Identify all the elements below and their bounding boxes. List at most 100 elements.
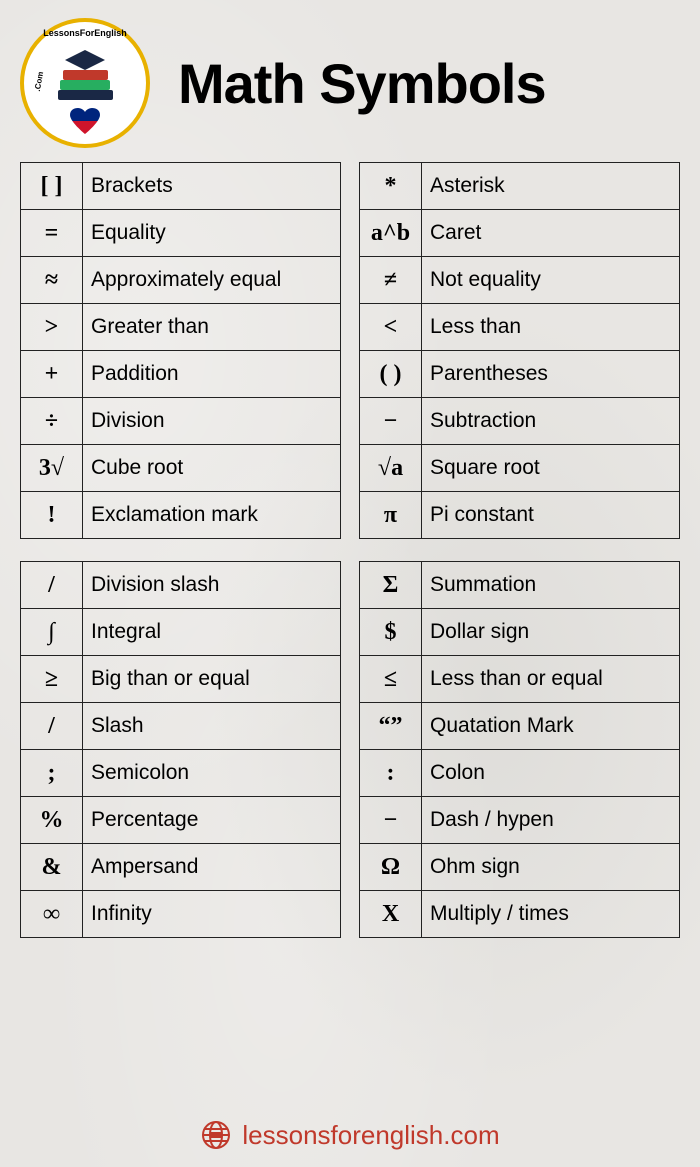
table-row: >Greater than [21,304,341,351]
symbol-cell: / [21,703,83,750]
globe-icon: www [200,1119,232,1151]
table-bottom-right: ΣSummation$Dollar sign≤Less than or equa… [359,561,680,938]
name-cell: Ohm sign [422,844,680,891]
name-cell: Parentheses [422,351,680,398]
table-row: ≥Big than or equal [21,656,341,703]
symbol-cell: ( ) [360,351,422,398]
name-cell: Asterisk [422,163,680,210]
table-row: ≈Approximately equal [21,257,341,304]
symbol-cell: ≤ [360,656,422,703]
table-row: $Dollar sign [360,609,680,656]
table-row: a^bCaret [360,210,680,257]
table-row: ΩOhm sign [360,844,680,891]
name-cell: Dash / hypen [422,797,680,844]
table-row: √aSquare root [360,445,680,492]
name-cell: Cube root [83,445,341,492]
table-row: −Dash / hypen [360,797,680,844]
name-cell: Semicolon [83,750,341,797]
footer-url: lessonsforenglish.com [242,1120,499,1151]
table-row: !Exclamation mark [21,492,341,539]
table-row: ≠Not equality [360,257,680,304]
table-row: =Equality [21,210,341,257]
name-cell: Approximately equal [83,257,341,304]
symbol-cell: + [21,351,83,398]
table-row: πPi constant [360,492,680,539]
table-row: ∞Infinity [21,891,341,938]
logo-books-icon [55,50,115,100]
uk-flag-heart-icon [70,108,100,134]
symbol-cell: “” [360,703,422,750]
symbol-cell: : [360,750,422,797]
name-cell: Slash [83,703,341,750]
name-cell: Less than [422,304,680,351]
name-cell: Quatation Mark [422,703,680,750]
svg-text:www: www [212,1133,221,1138]
name-cell: Exclamation mark [83,492,341,539]
name-cell: Colon [422,750,680,797]
table-row: <Less than [360,304,680,351]
logo-text-top: LessonsForEnglish [43,28,127,38]
symbol-cell: ∞ [21,891,83,938]
tables-grid: [ ]Brackets=Equality≈Approximately equal… [0,162,700,938]
name-cell: Ampersand [83,844,341,891]
symbol-cell: $ [360,609,422,656]
header: LessonsForEnglish .Com Math Symbols [0,0,700,162]
symbol-cell: ∫ [21,609,83,656]
name-cell: Brackets [83,163,341,210]
symbol-cell: 3√ [21,445,83,492]
symbol-cell: π [360,492,422,539]
page-title: Math Symbols [178,51,546,116]
symbol-cell: * [360,163,422,210]
name-cell: Dollar sign [422,609,680,656]
name-cell: Division [83,398,341,445]
table-top-right: *Asteriska^bCaret≠Not equality<Less than… [359,162,680,539]
symbol-cell: Ω [360,844,422,891]
table-row: ( )Parentheses [360,351,680,398]
name-cell: Subtraction [422,398,680,445]
name-cell: Square root [422,445,680,492]
table-row: [ ]Brackets [21,163,341,210]
table-row: 3√Cube root [21,445,341,492]
table-top-left: [ ]Brackets=Equality≈Approximately equal… [20,162,341,539]
name-cell: Not equality [422,257,680,304]
table-row: /Division slash [21,562,341,609]
symbol-cell: Σ [360,562,422,609]
symbol-cell: ; [21,750,83,797]
name-cell: Greater than [83,304,341,351]
name-cell: Paddition [83,351,341,398]
name-cell: Integral [83,609,341,656]
name-cell: Percentage [83,797,341,844]
symbol-cell: ≥ [21,656,83,703]
symbol-cell: / [21,562,83,609]
table-row: %Percentage [21,797,341,844]
table-row: :Colon [360,750,680,797]
table-row: ∫Integral [21,609,341,656]
logo: LessonsForEnglish .Com [20,18,150,148]
name-cell: Summation [422,562,680,609]
symbol-cell: ! [21,492,83,539]
name-cell: Pi constant [422,492,680,539]
symbol-cell: < [360,304,422,351]
symbol-cell: √a [360,445,422,492]
symbol-cell: ≈ [21,257,83,304]
symbol-cell: − [360,797,422,844]
symbol-cell: a^b [360,210,422,257]
symbol-cell: ≠ [360,257,422,304]
table-row: *Asterisk [360,163,680,210]
name-cell: Caret [422,210,680,257]
name-cell: Equality [83,210,341,257]
name-cell: Big than or equal [83,656,341,703]
symbol-cell: & [21,844,83,891]
symbol-cell: % [21,797,83,844]
table-row: ΣSummation [360,562,680,609]
logo-text-left: .Com [33,71,45,92]
name-cell: Less than or equal [422,656,680,703]
table-row: ;Semicolon [21,750,341,797]
table-row: −Subtraction [360,398,680,445]
name-cell: Multiply / times [422,891,680,938]
symbol-cell: ÷ [21,398,83,445]
table-row: XMultiply / times [360,891,680,938]
table-row: “”Quatation Mark [360,703,680,750]
symbol-cell: > [21,304,83,351]
table-row: &Ampersand [21,844,341,891]
